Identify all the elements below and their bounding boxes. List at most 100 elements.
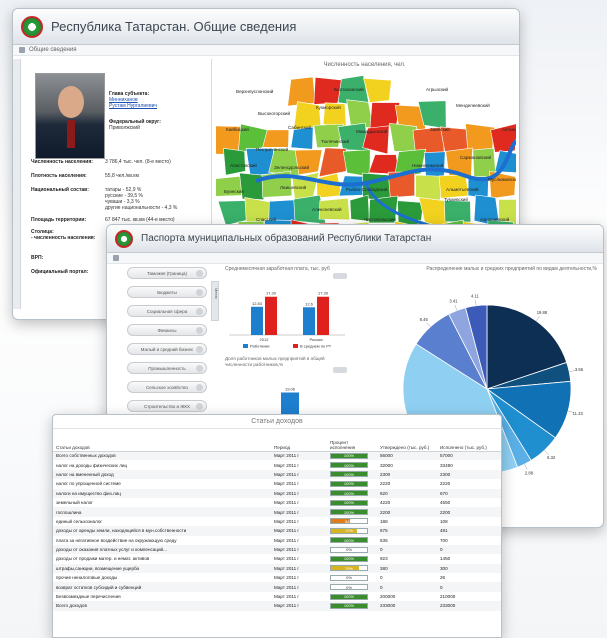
map-district-label: Кукморский [316, 104, 341, 110]
map-district[interactable] [287, 76, 316, 107]
map-district-label: Тюлячинский [321, 138, 349, 144]
percent-bar-label: 100% [343, 603, 355, 609]
table-row[interactable]: госпошлина Март 2011 г 100% 2200 2200 [53, 507, 501, 517]
breadcrumb-item[interactable]: Общие сведения [29, 47, 76, 53]
nav-arrow-icon [196, 289, 203, 296]
map-district-label: Муслюмовский [488, 176, 516, 182]
map-district-label: Лаишевский [280, 184, 307, 190]
table-row[interactable]: налог по упрощенной системе Март 2011 г 10… [53, 479, 501, 488]
map-district[interactable] [223, 148, 246, 176]
map-district-label: Мамадышский [356, 128, 388, 134]
cell-executed: 1450 [440, 556, 451, 562]
nav-item[interactable]: Строительство и ЖКХ [127, 400, 207, 412]
col-header-percent[interactable]: Процент исполнения [327, 429, 377, 451]
info-row-value: татары - 52,9 % русские - 39,5 % чуваши … [105, 187, 178, 211]
table-row[interactable]: доходы от продажи матер. и немат. активо… [53, 554, 501, 563]
cell-period: Март 2011 г [271, 601, 327, 611]
nav-arrow-icon [196, 403, 203, 410]
col-header-name[interactable]: Статьи доходов [53, 429, 271, 451]
breadcrumb: Общие сведения [13, 45, 519, 56]
table-row[interactable]: налоги на имущество физ.лиц Март 2011 г 10… [53, 488, 501, 498]
cell-approved: 923 [380, 556, 388, 562]
table-row[interactable]: доходы от аренды земли, находящейся в му… [53, 526, 501, 536]
map-district[interactable] [290, 126, 314, 150]
info-row-label: Официальный портал: [31, 269, 89, 275]
cell-approved: 200000 [380, 594, 396, 600]
home-icon[interactable] [113, 255, 119, 261]
nav-item[interactable]: Малый и средний бизнес [127, 343, 207, 355]
map-district[interactable] [444, 200, 472, 223]
cell-percent: 72% [327, 526, 377, 536]
cell-name: плата за негативное воздействие на окруж… [56, 537, 177, 543]
cell-percent: 100% [327, 451, 377, 461]
cell-percent: 100% [327, 554, 377, 563]
col-header-executed[interactable]: Исполнено (тыс. руб.) [437, 429, 501, 451]
percent-bar: 100% [330, 499, 368, 506]
table-row[interactable]: Всего собственных доходов Март 2011 г 100%… [53, 451, 501, 461]
table-row[interactable]: земельный налог Март 2011 г 100% 4220 4550 [53, 498, 501, 507]
percent-bar: 100% [330, 555, 368, 562]
cell-approved: 0 [377, 582, 437, 592]
nav-item[interactable]: Бюджеты [127, 286, 207, 298]
map-district[interactable] [368, 154, 400, 175]
cell-name: госпошлина [53, 507, 271, 517]
table-row[interactable]: Всего доходов Март 2011 г 100% 233000 233000 [53, 601, 501, 611]
cell-executed: 300 [437, 563, 501, 574]
map-district[interactable] [318, 147, 347, 178]
bar[interactable] [251, 306, 263, 335]
bar[interactable] [265, 296, 277, 335]
map-district-label: Сармановский [460, 154, 492, 160]
side-collapse-tab[interactable] [13, 59, 21, 309]
nav-item[interactable]: Таможня (Граница) [127, 267, 207, 279]
cell-executed: 4550 [440, 500, 451, 506]
map-district[interactable] [294, 149, 323, 175]
table-row[interactable]: возврат остатков субсидий и субвенций Мар… [53, 582, 501, 592]
legend-label: В среднем по РТ [300, 344, 332, 349]
table-row[interactable]: доходы от оказания платных услуг и компе… [53, 544, 501, 555]
col-header-approved[interactable]: Утверждено (тыс. руб.) [377, 429, 437, 451]
home-icon[interactable] [19, 47, 25, 53]
info-row-label: Национальный состав: [31, 187, 89, 193]
percent-bar: 79% [330, 565, 368, 572]
head-name-link-2[interactable]: Рустам Нургалиевич [109, 103, 209, 109]
table-row[interactable]: налог на доходы физических лиц Март 2011 … [53, 460, 501, 469]
table-row[interactable]: штрафы,санкции, возмещение ущерба Март 20… [53, 563, 501, 574]
cell-name: земельный налог [56, 500, 93, 506]
map-district[interactable] [342, 149, 371, 178]
cell-period: Март 2011 г [271, 544, 327, 555]
percent-bar-label: 100% [343, 537, 355, 543]
table-row[interactable]: налог на вмененный доход Март 2011 г 100% 2… [53, 469, 501, 480]
salary-bar-chart: 12.8317.39201212.617.39РоссияРаботники В … [229, 291, 345, 349]
pie-leader-line [524, 464, 528, 470]
table-row[interactable]: единый сельхозналог Март 2011 г 54% 188 108 [53, 517, 501, 526]
cell-name: налог по упрощенной системе [56, 481, 121, 487]
pie-slice-label: 8.46 [420, 317, 429, 322]
table-row[interactable]: плата за негативное воздействие на окруж… [53, 536, 501, 545]
col-header-period[interactable]: Период [271, 429, 327, 451]
map-district-label: Актанышский [502, 126, 516, 132]
table-row[interactable]: прочие неналоговые доходы Март 2011 г 0% 0 2… [53, 573, 501, 582]
percent-bar-label: 54% [344, 518, 353, 524]
cell-name: налоги на имущество физ.лиц [53, 488, 271, 498]
small-business-chart-panel: Доля работников малых предприятий в обще… [223, 353, 351, 423]
nav-item-label: Таможня (Граница) [146, 270, 188, 276]
cell-percent: 100% [327, 460, 377, 469]
nav-item[interactable]: Сельское хозяйство [127, 381, 207, 393]
cell-approved: 2300 [377, 469, 437, 480]
map-district[interactable] [262, 129, 290, 148]
info-row-label: Плотность населения: [31, 173, 87, 179]
map-district-label: Менделеевский [456, 102, 490, 108]
bar[interactable] [303, 307, 315, 335]
map-district[interactable] [389, 122, 418, 152]
cell-executed: 0 [437, 544, 501, 555]
nav-item-label: Бюджеты [157, 289, 177, 295]
table-row[interactable]: Безвозмездные перечисления Март 2011 г 100… [53, 592, 501, 601]
cell-percent: 79% [327, 563, 377, 574]
pie-leader-line [535, 315, 540, 321]
cell-approved: 635 [380, 537, 388, 543]
nav-item[interactable]: Социальная сфера [127, 305, 207, 317]
nav-item[interactable]: Финансы [127, 324, 207, 336]
bar[interactable] [317, 296, 329, 335]
map-district-label: Пестречинский [256, 146, 289, 152]
nav-item[interactable]: Промышленность [127, 362, 207, 374]
